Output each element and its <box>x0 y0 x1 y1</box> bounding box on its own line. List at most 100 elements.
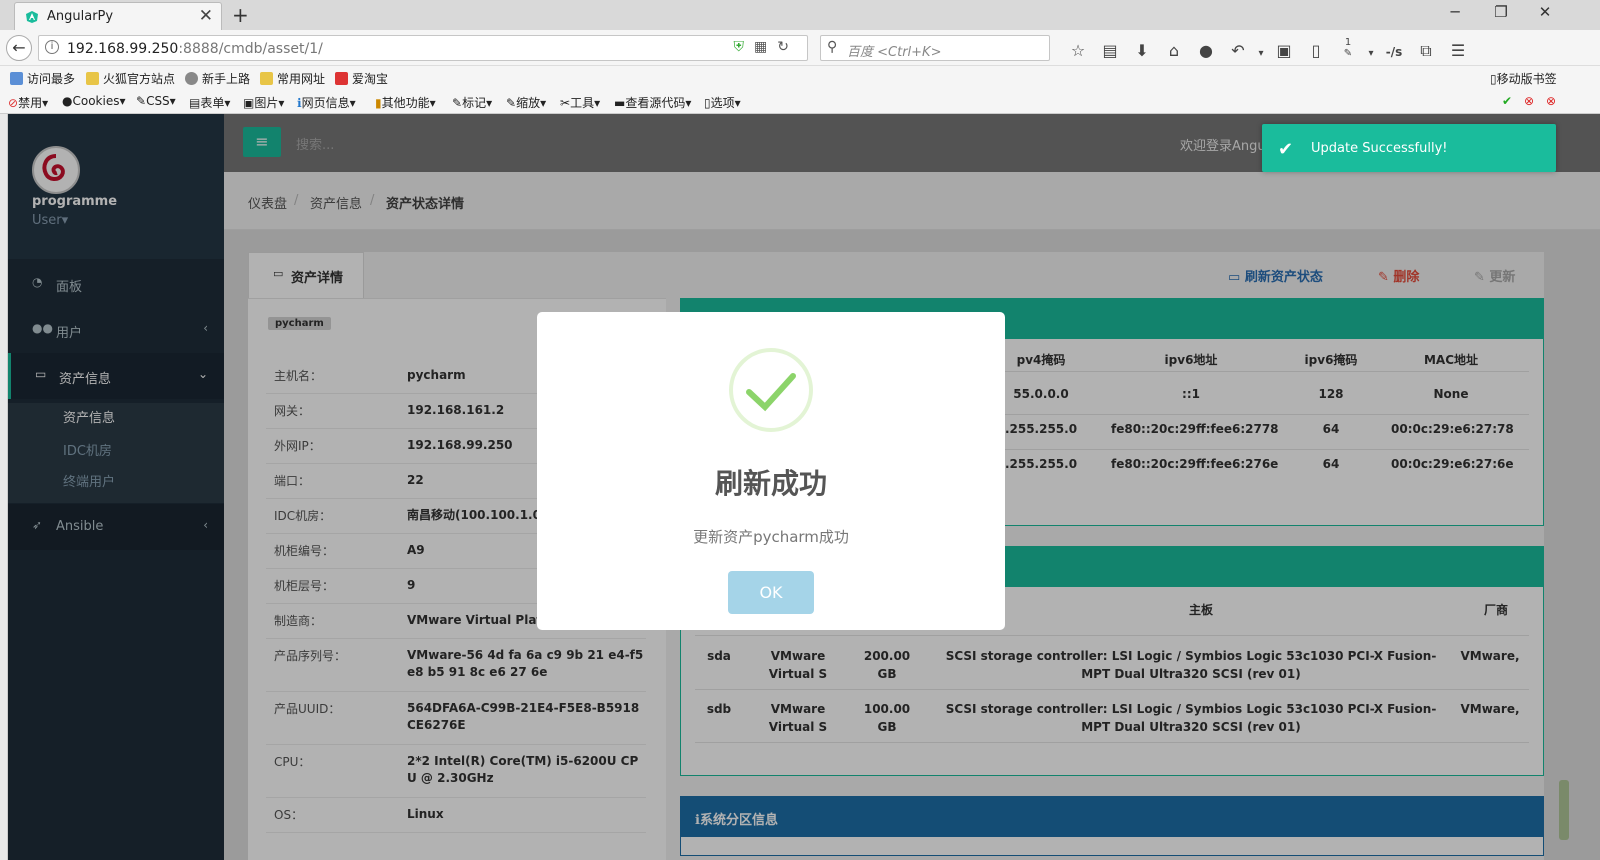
bookmark-label: 爱淘宝 <box>352 72 389 86</box>
crop-icon[interactable]: ⧉ <box>1410 41 1442 61</box>
toast-text: Update Successfully! <box>1311 141 1448 156</box>
info-icon[interactable]: i <box>45 40 59 54</box>
addon-label: 查看源代码▾ <box>625 96 692 110</box>
source-icon: ▬ <box>614 96 626 110</box>
browser-tab[interactable]: AngularPy ✕ <box>14 2 222 30</box>
addon-cookies[interactable]: ●Cookies▾ <box>62 94 126 108</box>
dialog-message: 更新资产pycharm成功 <box>693 528 849 546</box>
addon-resize[interactable]: ✎缩放▾ <box>506 94 546 111</box>
back-arrow-icon[interactable]: ← <box>6 35 32 61</box>
folder-icon <box>260 72 273 85</box>
browser-toolbar: ☆ ▤ ⬇ ⌂ ● ↶ ▾ ▣ ▯ 1✎ ▾ -/s ⧉ ☰ <box>1062 37 1474 61</box>
shield-icon[interactable]: ⛨ <box>734 39 755 55</box>
addon-disable[interactable]: ⊘禁用▾ <box>8 94 48 111</box>
url-path: :8888/cmdb/asset/1/ <box>178 41 323 57</box>
js-icon[interactable]: -/s <box>1378 45 1410 59</box>
taobao-icon <box>335 72 348 85</box>
new-tab-icon[interactable]: + <box>232 3 249 27</box>
bookmark-item[interactable]: 新手上路 <box>185 70 250 87</box>
misc-icon: ▮ <box>375 96 382 110</box>
addon-badge-icon[interactable]: 1✎ <box>1332 37 1364 59</box>
error-icon-2[interactable]: ⊗ <box>1546 94 1556 108</box>
restore-icon[interactable]: ❐ <box>1486 3 1516 21</box>
pencil-icon: ✎ <box>136 94 147 108</box>
bookmarks-bar: 访问最多 火狐官方站点 新手上路 常用网址 爱淘宝 ▯移动版书签 <box>0 66 1600 90</box>
minimize-icon[interactable]: ─ <box>1440 3 1470 21</box>
addon-label: 禁用▾ <box>18 96 49 110</box>
addon-page-info[interactable]: ℹ网页信息▾ <box>297 94 356 111</box>
addon-view-source[interactable]: ▬查看源代码▾ <box>614 94 691 111</box>
addon-label: 网页信息▾ <box>301 96 356 110</box>
marker-icon: ✎ <box>452 96 463 110</box>
mobile-bookmarks-label: 移动版书签 <box>1496 72 1557 86</box>
browser-tab-bar: AngularPy ✕ + ─ ❐ ✕ <box>0 0 1600 30</box>
addon-badge-count: 1 <box>1344 37 1352 48</box>
bookmark-item[interactable]: 爱淘宝 <box>335 70 388 87</box>
url-text[interactable]: 192.168.99.250:8888/cmdb/asset/1/ <box>67 41 323 57</box>
addon-css[interactable]: ✎CSS▾ <box>136 94 176 108</box>
chat-icon[interactable]: ● <box>1190 41 1222 60</box>
error-icon[interactable]: ⊗ <box>1524 94 1534 108</box>
reading-list-icon[interactable]: ▤ <box>1094 41 1126 60</box>
addon-label: 表单▾ <box>200 96 231 110</box>
addon-label: 标记▾ <box>462 96 493 110</box>
addon-label: 其他功能▾ <box>381 96 436 110</box>
pdf-icon[interactable]: ▯ <box>1300 41 1332 60</box>
bookmark-star-icon[interactable]: ☆ <box>1062 41 1094 60</box>
reload-icon[interactable]: ↻ <box>777 39 799 55</box>
dialog-title: 刷新成功 <box>714 467 827 500</box>
bookmark-label: 常用网址 <box>277 72 326 86</box>
bookmark-item[interactable]: 常用网址 <box>260 70 325 87</box>
search-bar[interactable]: ⚲ 百度 <Ctrl+K> <box>820 35 1050 61</box>
addon-outline[interactable]: ✎标记▾ <box>452 94 492 111</box>
bookmark-label: 新手上路 <box>202 72 251 86</box>
dropdown-icon-2[interactable]: ▾ <box>1364 48 1378 59</box>
ok-button[interactable]: OK <box>728 571 814 614</box>
bookmark-label: 火狐官方站点 <box>103 72 176 86</box>
checkmark-icon <box>746 373 796 412</box>
dropdown-icon[interactable]: ▾ <box>1254 48 1268 59</box>
phone-icon: ▯ <box>1490 72 1497 86</box>
undo-icon[interactable]: ↶ <box>1222 41 1254 60</box>
browser-nav-bar: ← i 192.168.99.250:8888/cmdb/asset/1/ ⛨▦… <box>0 30 1600 66</box>
search-placeholder: 百度 <Ctrl+K> <box>847 45 942 60</box>
success-dialog: 刷新成功 更新资产pycharm成功 OK <box>537 312 1005 630</box>
success-check-icon <box>729 348 813 432</box>
check-icon[interactable]: ✔ <box>1502 94 1512 108</box>
url-bar[interactable]: i 192.168.99.250:8888/cmdb/asset/1/ ⛨▦↻ <box>38 35 808 61</box>
screenshot-icon[interactable]: ▣ <box>1268 41 1300 60</box>
disable-icon: ⊘ <box>8 96 19 110</box>
home-icon[interactable]: ⌂ <box>1158 41 1190 60</box>
addon-label: Cookies▾ <box>72 94 126 108</box>
mobile-bookmarks[interactable]: ▯移动版书签 <box>1490 70 1557 87</box>
globe-icon <box>185 72 198 85</box>
bookmark-label: 访问最多 <box>27 72 76 86</box>
qr-code-icon[interactable]: ▦ <box>754 39 777 55</box>
addon-options[interactable]: ▯选项▾ <box>704 94 741 111</box>
addon-tools[interactable]: ✂工具▾ <box>560 94 600 111</box>
addon-forms[interactable]: ▤表单▾ <box>189 94 230 111</box>
tab-title: AngularPy <box>47 9 114 24</box>
person-icon: ● <box>62 94 73 108</box>
addon-label: CSS▾ <box>146 94 176 108</box>
url-bar-icons[interactable]: ⛨▦↻ <box>734 39 799 55</box>
web-developer-toolbar: ⊘禁用▾ ●Cookies▾ ✎CSS▾ ▤表单▾ ▣图片▾ ℹ网页信息▾ ▮其… <box>0 90 1600 114</box>
tab-close-icon[interactable]: ✕ <box>199 6 213 26</box>
resize-icon: ✎ <box>506 96 517 110</box>
options-icon: ▯ <box>704 96 711 110</box>
download-icon[interactable]: ⬇ <box>1126 41 1158 60</box>
bookmark-item[interactable]: 访问最多 <box>10 70 75 87</box>
addon-misc[interactable]: ▮其他功能▾ <box>375 94 436 111</box>
scrollbar-thumb[interactable] <box>1559 780 1569 840</box>
browser-sidebar-edge <box>0 114 8 860</box>
image-icon: ▣ <box>243 96 255 110</box>
window-close-icon[interactable]: ✕ <box>1530 3 1560 21</box>
url-host: 192.168.99.250 <box>67 41 179 57</box>
addon-label: 工具▾ <box>570 96 601 110</box>
addon-label: 缩放▾ <box>516 96 547 110</box>
addon-label: 选项▾ <box>710 96 741 110</box>
bookmark-item[interactable]: 火狐官方站点 <box>86 70 175 87</box>
addon-images[interactable]: ▣图片▾ <box>243 94 284 111</box>
hamburger-menu-icon[interactable]: ☰ <box>1442 41 1474 60</box>
toast-notification[interactable]: ✔ Update Successfully! <box>1262 124 1556 172</box>
